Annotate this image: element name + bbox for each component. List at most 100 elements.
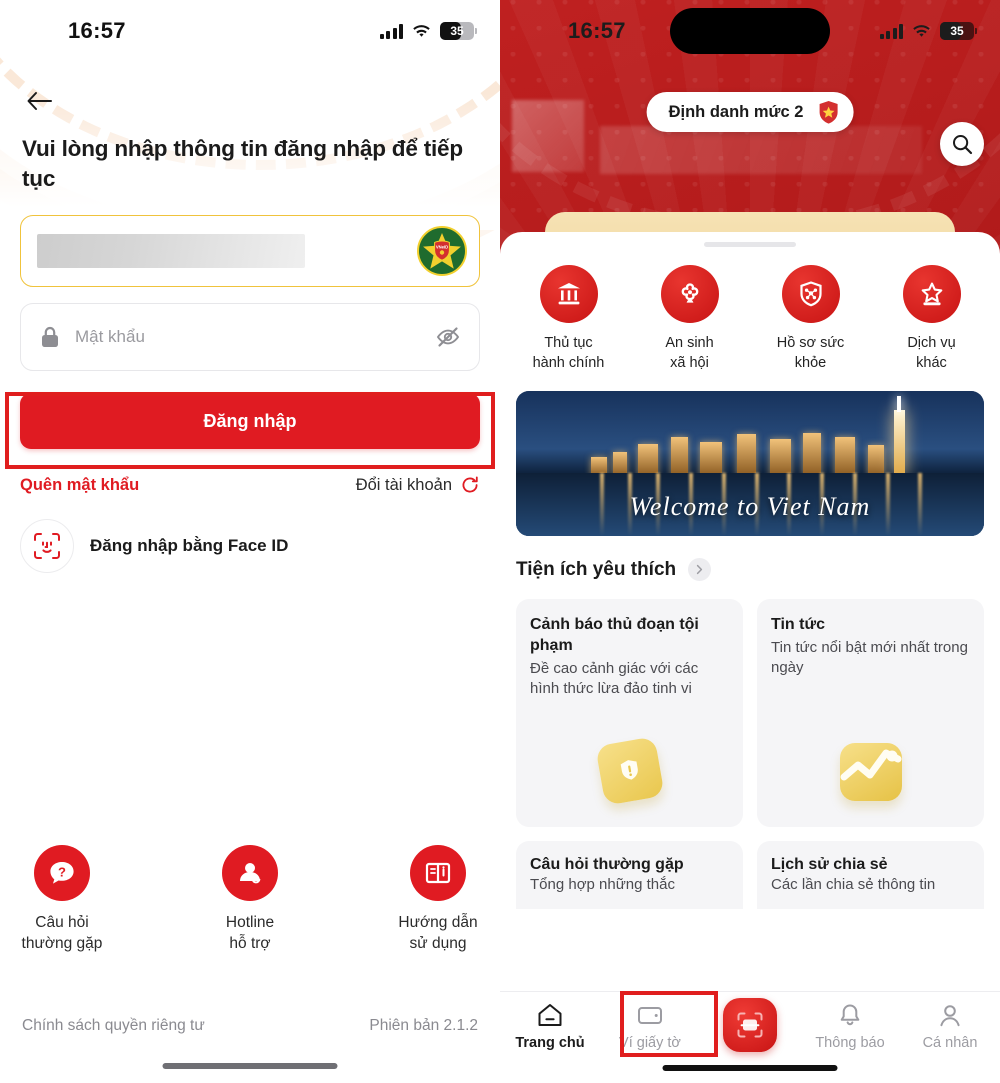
- vneid-emblem-icon: VNeID: [417, 226, 467, 277]
- help-label-guide: Hướng dẫn sử dụng: [398, 914, 478, 953]
- star-services-icon: [902, 265, 961, 323]
- svg-text:?: ?: [58, 865, 66, 880]
- service-shortcuts-grid: Thủ tục hành chính An sinh xã hội Hồ sơ …: [500, 247, 1000, 373]
- help-item-hotline[interactable]: Hotline hỗ trợ: [190, 845, 310, 955]
- headset-support-icon: [222, 845, 278, 902]
- username-input[interactable]: VNeID: [20, 215, 480, 288]
- chevron-right-icon[interactable]: [688, 558, 712, 582]
- scan-id-button[interactable]: [723, 998, 777, 1052]
- wifi-icon: [913, 24, 930, 37]
- auth-links-row: Quên mật khẩu Đổi tài khoản: [20, 475, 480, 495]
- card-cau-hoi-thuong-gap[interactable]: Câu hỏi thường gặp Tổng hợp những thắc: [516, 841, 743, 910]
- shield-star-icon: [819, 101, 838, 124]
- welcome-banner[interactable]: Welcome to Viet Nam: [516, 391, 984, 537]
- back-arrow-icon[interactable]: [22, 84, 56, 118]
- status-time: 16:57: [68, 18, 126, 43]
- wallet-icon: [638, 1007, 662, 1024]
- person-icon: [940, 1005, 960, 1027]
- app-version: Phiên bản 2.1.2: [369, 1017, 478, 1034]
- status-indicators-right: 35: [879, 22, 977, 40]
- refresh-icon: [462, 476, 478, 493]
- home-indicator: [162, 1063, 338, 1069]
- tab-label: Cá nhân: [922, 1035, 978, 1051]
- card-title: Lịch sử chia sẻ: [771, 856, 888, 874]
- card-desc: Đề cao cảnh giác với các hình thức lừa đ…: [530, 660, 699, 698]
- signal-bars-icon: [379, 23, 403, 39]
- face-id-icon: [20, 519, 74, 574]
- card-desc: Tin tức nổi bật mới nhất trong ngày: [771, 639, 968, 677]
- battery-icon: 35: [440, 22, 477, 40]
- service-label-dich-vu-khac: Dịch vụ khác: [907, 335, 956, 371]
- card-desc: Tổng hợp những thắc: [530, 876, 675, 894]
- card-desc: Các lần chia sẻ thông tin: [771, 876, 936, 894]
- tab-label: Thông báo: [815, 1035, 885, 1051]
- search-button[interactable]: [940, 122, 984, 166]
- warning-shield-illustration: [516, 736, 743, 807]
- section-title: Tiện ích yêu thích: [516, 558, 677, 580]
- lock-icon: [42, 327, 58, 348]
- card-lich-su-chia-se[interactable]: Lịch sử chia sẻ Các lần chia sẻ thông ti…: [757, 841, 984, 910]
- status-time-right: 16:57: [568, 18, 626, 43]
- tab-thong-bao[interactable]: Thông báo: [800, 1002, 900, 1051]
- service-label-thu-tuc-hanh-chinh: Thủ tục hành chính: [532, 335, 605, 371]
- tab-label: Ví giấy tờ: [619, 1035, 681, 1051]
- user-name-redacted: [600, 126, 922, 174]
- book-guide-icon: [410, 845, 466, 902]
- service-item-an-sinh-xa-hoi[interactable]: An sinh xã hội: [629, 265, 750, 373]
- help-item-faq[interactable]: ? Câu hỏi thường gặp: [2, 845, 122, 955]
- help-shortcuts-row: ? Câu hỏi thường gặp Hotline hỗ trợ Hướn…: [0, 845, 500, 955]
- battery-level-right: 35: [950, 24, 964, 38]
- login-button-label: Đăng nhập: [203, 410, 297, 431]
- landmark-tower: [893, 395, 905, 476]
- health-shield-icon: [781, 265, 840, 323]
- home-icon: [538, 1004, 562, 1026]
- service-item-ho-so-suc-khoe[interactable]: Hồ sơ sức khỏe: [750, 265, 871, 373]
- password-placeholder: Mật khẩu: [75, 327, 145, 347]
- tab-label: Trang chủ: [515, 1035, 585, 1051]
- forgot-password-link[interactable]: Quên mật khẩu: [20, 476, 139, 495]
- login-screen: 16:57 35 Vui lòng nhập thông tin đăng nh…: [0, 0, 500, 1083]
- lotus-person-icon: [660, 265, 719, 323]
- card-title: Câu hỏi thường gặp: [530, 856, 684, 874]
- news-illustration: [757, 743, 984, 802]
- tab-vi-giay-to[interactable]: Ví giấy tờ: [600, 1002, 700, 1051]
- page-title: Vui lòng nhập thông tin đăng nhập để tiế…: [22, 136, 463, 191]
- tab-trang-chu[interactable]: Trang chủ: [500, 1002, 600, 1051]
- avatar: [512, 100, 584, 172]
- card-title: Tin tức: [771, 616, 825, 634]
- footer-row: Chính sách quyền riêng tư Phiên bản 2.1.…: [0, 1017, 500, 1035]
- section-header-favourites: Tiện ích yêu thích: [516, 558, 984, 582]
- switch-account-button[interactable]: Đổi tài khoản: [356, 475, 480, 495]
- face-id-login-button[interactable]: Đăng nhập bằng Face ID: [20, 519, 480, 574]
- card-title: Cảnh báo thủ đoạn tội phạm: [530, 616, 699, 655]
- service-label-an-sinh-xa-hoi: An sinh xã hội: [665, 335, 714, 371]
- battery-icon: 35: [940, 22, 977, 40]
- home-indicator-right: [662, 1065, 838, 1071]
- help-label-faq: Câu hỏi thường gặp: [21, 914, 103, 953]
- wifi-icon: [413, 24, 430, 37]
- password-input[interactable]: Mật khẩu: [20, 303, 480, 372]
- card-tin-tuc[interactable]: Tin tức Tin tức nổi bật mới nhất trong n…: [757, 599, 984, 828]
- login-button[interactable]: Đăng nhập: [20, 393, 480, 450]
- identity-level-label: Định danh mức 2: [668, 102, 804, 121]
- username-redacted-value: [37, 234, 305, 269]
- dynamic-island: [670, 8, 830, 54]
- search-icon: [953, 135, 973, 155]
- banner-text: Welcome to Viet Nam: [629, 492, 871, 522]
- privacy-policy-link[interactable]: Chính sách quyền riêng tư: [22, 1017, 205, 1035]
- status-badge[interactable]: Định danh mức 2: [646, 92, 854, 132]
- status-bar: 16:57 35: [0, 0, 500, 62]
- tab-ca-nhan[interactable]: Cá nhân: [900, 1002, 1000, 1051]
- help-label-hotline: Hotline hỗ trợ: [225, 914, 275, 953]
- service-item-dich-vu-khac[interactable]: Dịch vụ khác: [871, 265, 992, 373]
- scan-tab-wrapper: [700, 998, 800, 1052]
- card-canh-bao-toi-pham[interactable]: Cảnh báo thủ đoạn tội phạm Đề cao cảnh g…: [516, 599, 743, 828]
- service-item-thu-tuc-hanh-chinh[interactable]: Thủ tục hành chính: [508, 265, 629, 373]
- content-sheet: Thủ tục hành chính An sinh xã hội Hồ sơ …: [500, 232, 1000, 1083]
- help-item-guide[interactable]: Hướng dẫn sử dụng: [378, 845, 498, 955]
- banner-city-skyline: [590, 395, 956, 476]
- eye-off-icon[interactable]: [435, 324, 461, 350]
- bell-icon: [840, 1004, 860, 1026]
- status-indicators: 35: [379, 22, 477, 40]
- bank-columns-icon: [539, 265, 598, 323]
